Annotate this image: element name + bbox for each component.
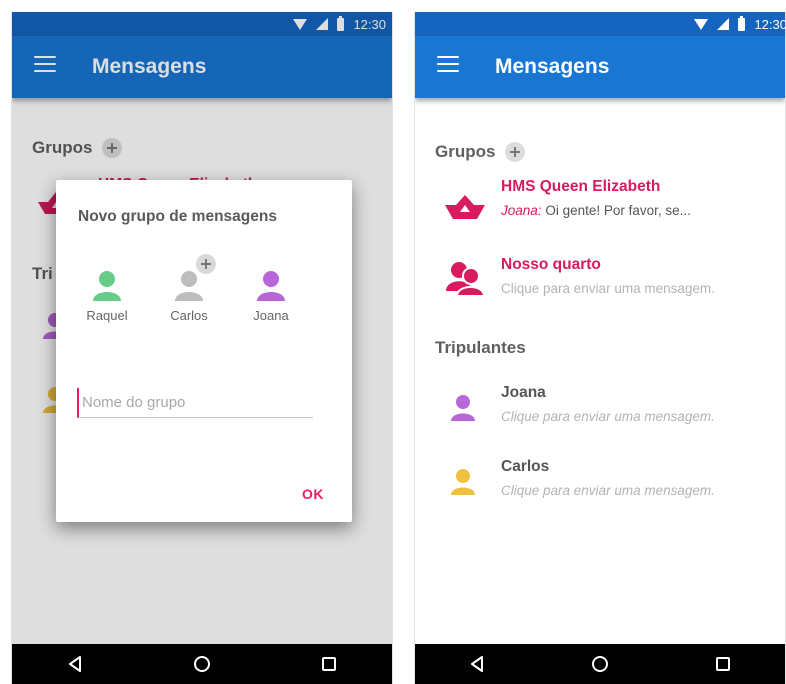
paper-boat-icon: [441, 188, 489, 228]
phone-screen-left: 12:30 Mensagens Grupos HMS Queen Elizabe…: [11, 12, 393, 684]
person-icon: [257, 271, 285, 301]
group-title: HMS Queen Elizabeth: [501, 178, 661, 195]
crew-item-joana[interactable]: Joana Clique para enviar uma mensagem.: [415, 384, 785, 446]
crew-name: Joana: [501, 384, 546, 401]
app-title: Mensagens: [495, 55, 610, 78]
message-sender: Joana:: [501, 203, 542, 218]
new-group-dialog: Novo grupo de mensagens Raquel Carlos Jo…: [56, 180, 352, 522]
groups-header: Grupos: [435, 142, 526, 162]
signal-icon: [717, 18, 730, 30]
battery-icon: [738, 15, 746, 31]
hamburger-menu-icon[interactable]: [437, 56, 459, 78]
wifi-icon: [694, 18, 709, 30]
messages-content: Grupos HMS Queen Elizabeth Joana: Oi gen…: [415, 98, 785, 644]
status-time: 12:30: [754, 16, 786, 32]
last-message-preview: Joana: Oi gente! Por favor, se...: [501, 203, 691, 218]
person-icon: [439, 388, 487, 428]
home-icon[interactable]: [180, 647, 224, 681]
phone-screen-right: 12:30 Mensagens Grupos HMS Queen Elizabe…: [414, 12, 786, 684]
group-item-hms-queen-elizabeth[interactable]: HMS Queen Elizabeth Joana: Oi gente! Por…: [415, 178, 785, 240]
member-carlos[interactable]: Carlos: [154, 254, 224, 334]
crew-hint: Clique para enviar uma mensagem.: [501, 409, 715, 424]
home-icon[interactable]: [578, 647, 622, 681]
crew-hint: Clique para enviar uma mensagem.: [501, 483, 715, 498]
member-name: Carlos: [170, 308, 208, 323]
person-icon: [439, 462, 487, 502]
app-bar: Mensagens: [415, 36, 785, 98]
groups-header-label: Grupos: [435, 142, 496, 161]
add-member-icon[interactable]: [196, 254, 216, 274]
crew-item-carlos[interactable]: Carlos Clique para enviar uma mensagem.: [415, 458, 785, 520]
member-name: Raquel: [86, 308, 128, 323]
status-bar: 12:30: [415, 12, 785, 36]
back-icon[interactable]: [455, 647, 499, 681]
recent-apps-icon[interactable]: [701, 647, 745, 681]
recent-apps-icon[interactable]: [307, 647, 351, 681]
add-group-icon[interactable]: [505, 142, 526, 162]
member-name: Joana: [253, 308, 289, 323]
group-title: Nosso quarto: [501, 256, 601, 273]
dialog-title: Novo grupo de mensagens: [78, 208, 277, 225]
crew-name: Carlos: [501, 458, 550, 475]
group-people-icon: [441, 258, 489, 298]
person-icon: [93, 271, 121, 301]
message-text: Oi gente! Por favor, se...: [545, 203, 691, 218]
navigation-bar: [415, 644, 785, 684]
group-name-input[interactable]: [77, 388, 313, 418]
group-hint: Clique para enviar uma mensagem.: [501, 281, 715, 296]
navigation-bar: [12, 644, 392, 684]
crew-header-label: Tripulantes: [435, 338, 526, 357]
ok-button[interactable]: OK: [302, 486, 324, 502]
back-icon[interactable]: [53, 647, 97, 681]
crew-header: Tripulantes: [435, 338, 526, 358]
person-icon: [175, 271, 203, 301]
member-raquel[interactable]: Raquel: [72, 270, 142, 334]
group-item-nosso-quarto[interactable]: Nosso quarto Clique para enviar uma mens…: [415, 256, 785, 318]
member-joana[interactable]: Joana: [236, 270, 306, 334]
